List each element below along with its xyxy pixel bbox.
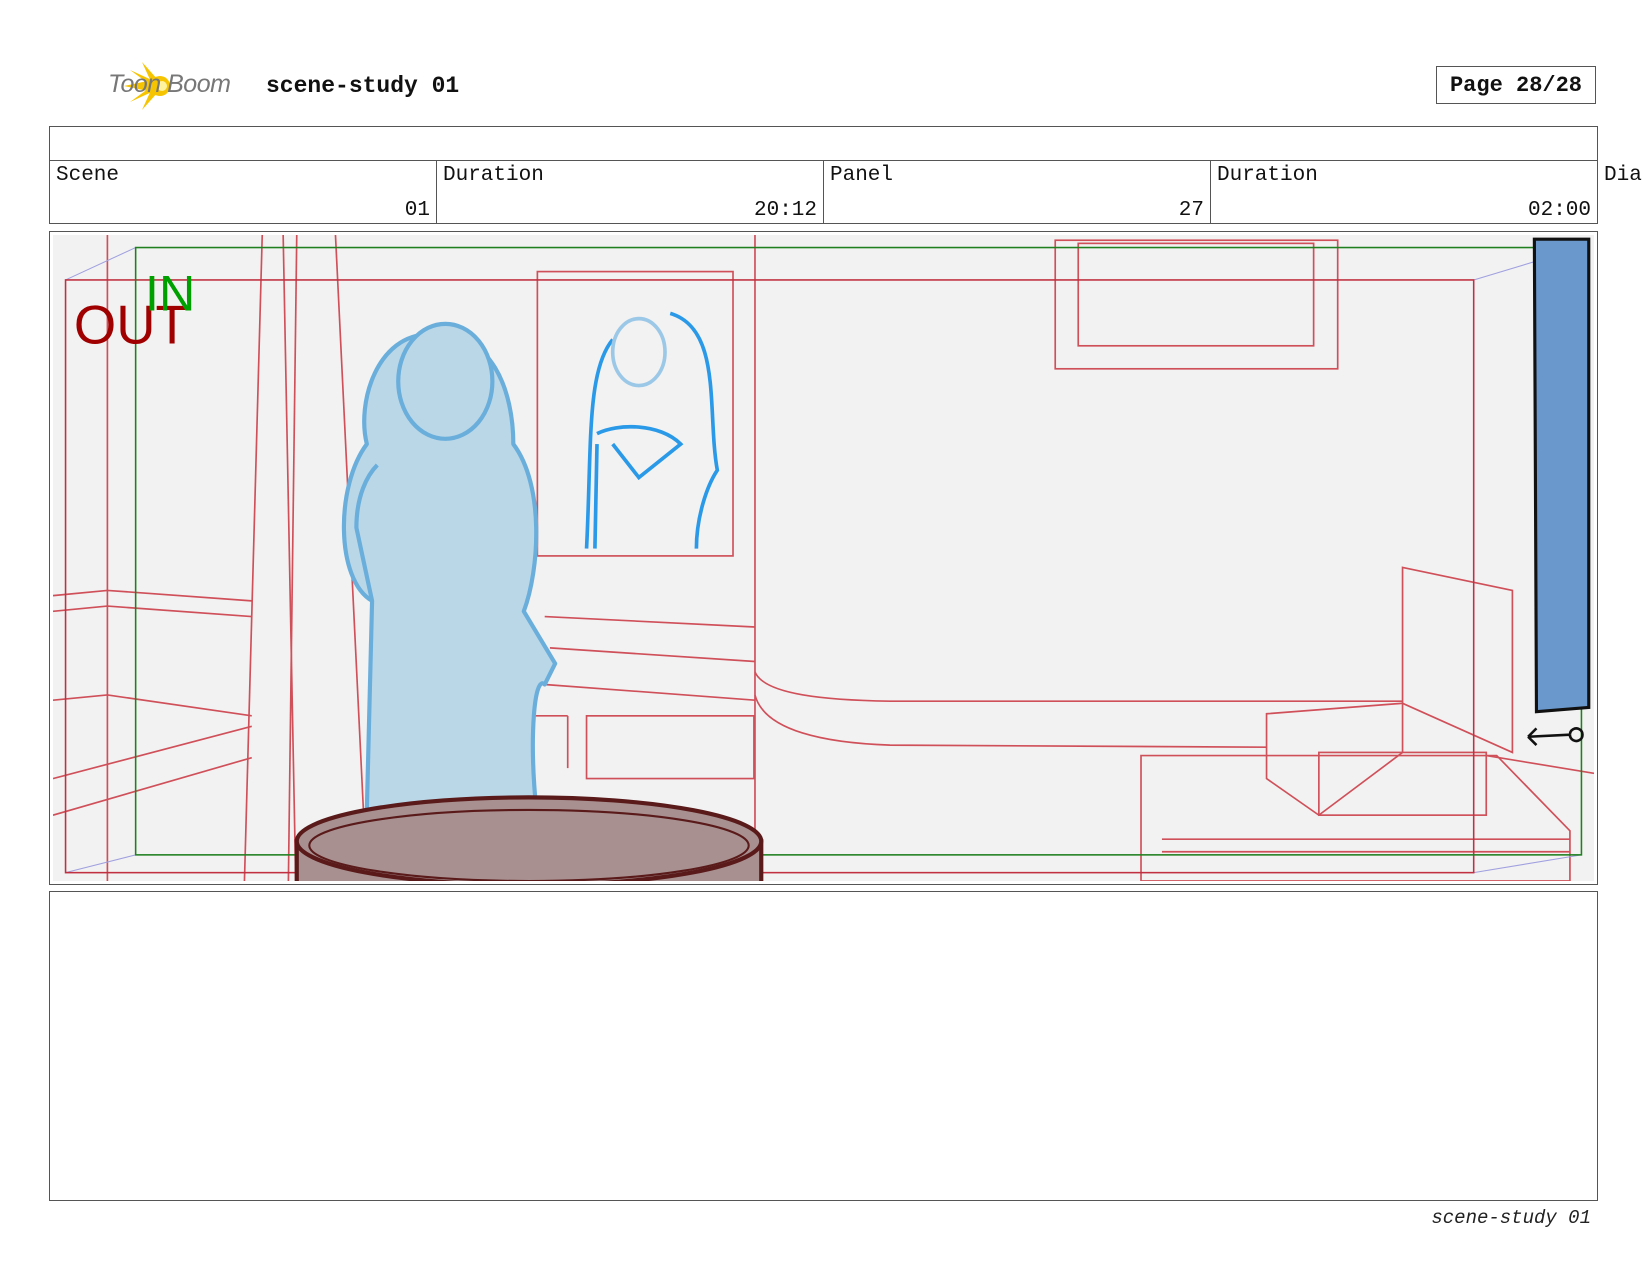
panel-value: 27 bbox=[1178, 199, 1204, 222]
scene-duration-label: Duration bbox=[443, 164, 544, 187]
scene-label: Scene bbox=[56, 164, 120, 187]
table bbox=[294, 795, 764, 881]
in-marker: IN bbox=[145, 265, 195, 321]
panel-duration-cell: Duration 02:00 bbox=[1211, 160, 1597, 224]
storyboard-drawing: OUT IN bbox=[53, 235, 1594, 881]
scene-duration-cell: Duration 20:12 bbox=[437, 160, 824, 224]
logo-text: Toon Boom bbox=[108, 70, 231, 98]
panel-duration-label: Duration bbox=[1217, 164, 1318, 187]
panel-cell: Panel 27 bbox=[824, 160, 1211, 224]
page-number: Page 28/28 bbox=[1436, 66, 1596, 104]
caption-box bbox=[49, 891, 1598, 1201]
scene-cell: Scene 01 bbox=[50, 160, 437, 224]
project-title: scene-study 01 bbox=[266, 73, 460, 99]
footer-text: scene-study 01 bbox=[1431, 1207, 1591, 1229]
info-blank-row bbox=[50, 127, 1597, 161]
panel-image-frame: OUT IN bbox=[49, 231, 1598, 885]
curtain bbox=[1527, 237, 1591, 747]
panel-info-table: Scene 01 Duration 20:12 Panel 27 Duratio… bbox=[49, 126, 1598, 224]
scene-duration-value: 20:12 bbox=[753, 199, 817, 222]
dialog-label: Dia bbox=[1604, 164, 1642, 187]
panel-duration-value: 02:00 bbox=[1527, 199, 1591, 222]
panel-label: Panel bbox=[830, 164, 894, 187]
scene-value: 01 bbox=[404, 199, 430, 222]
